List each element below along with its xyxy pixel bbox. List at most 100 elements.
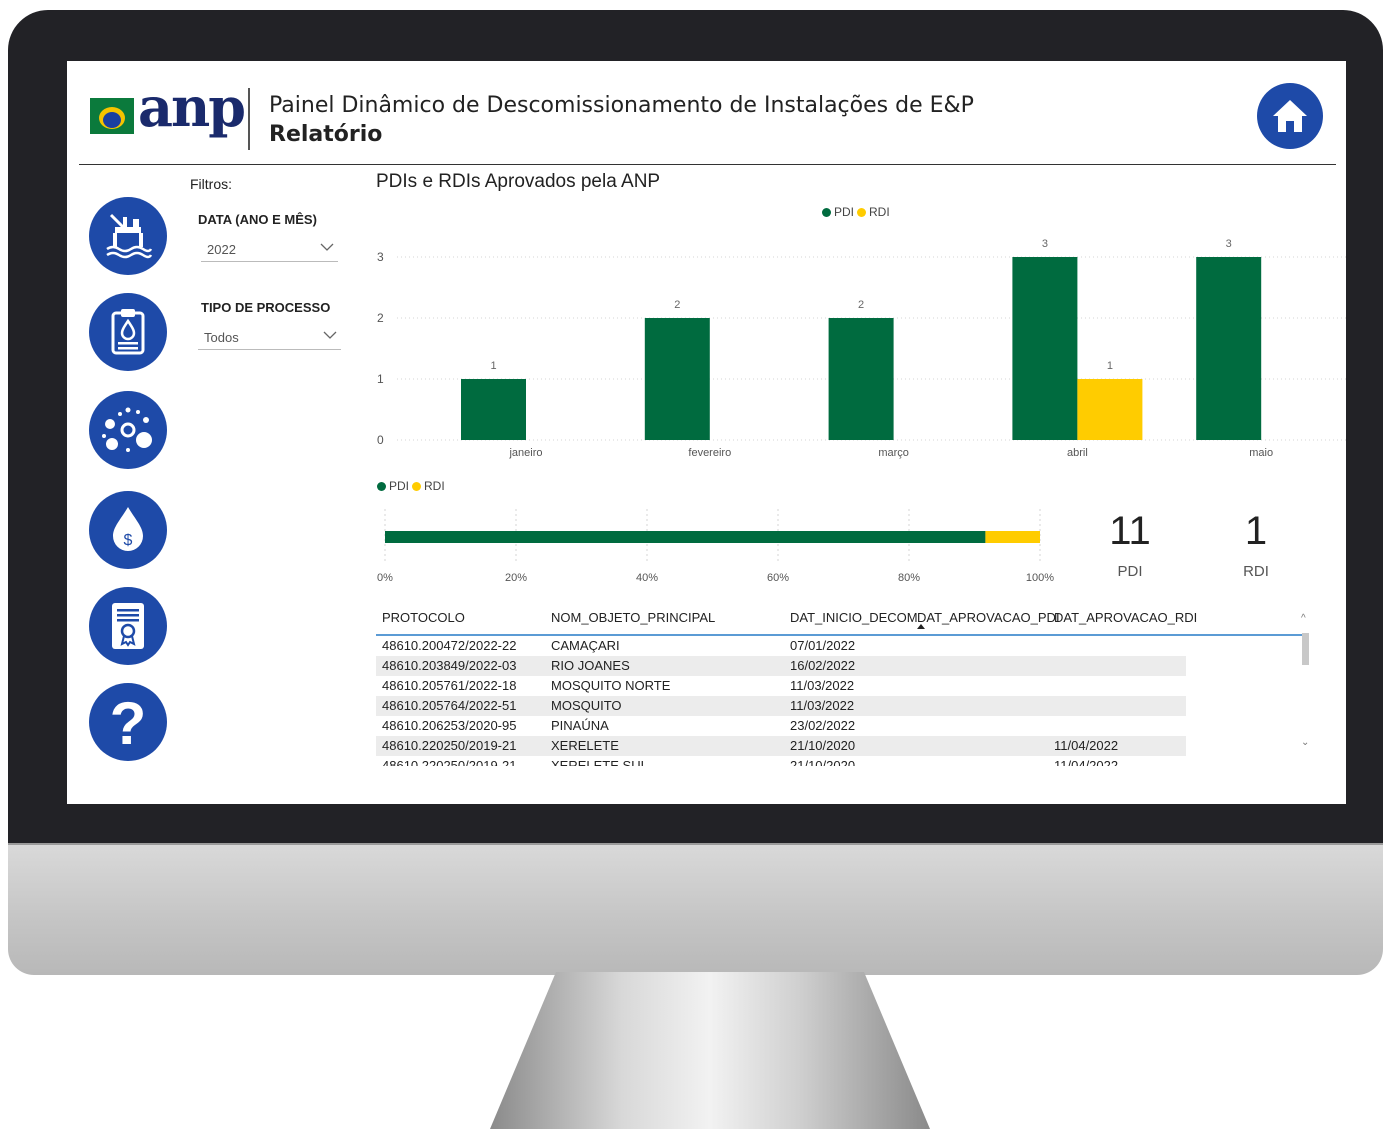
- network-nodes-icon: [102, 407, 152, 452]
- column-header-inicio[interactable]: DAT_INICIO_DECOM: [790, 610, 918, 625]
- help-question-icon: ?: [110, 692, 147, 752]
- y-tick-label: 2: [377, 311, 384, 325]
- bar-rdi: [1077, 379, 1143, 440]
- data-label: 2: [674, 299, 680, 311]
- data-label: 3: [1226, 238, 1232, 250]
- table-cell: 48610.200472/2022-22: [382, 638, 517, 653]
- x-tick-label: 0%: [377, 572, 393, 584]
- table-row[interactable]: 48610.206253/2020-95 PINAÚNA 23/02/2022: [376, 716, 1186, 736]
- header-divider: [248, 88, 250, 150]
- legend-pdi-label: PDI: [834, 205, 855, 219]
- table-cell: 07/01/2022: [790, 638, 856, 653]
- column-header-aprovacao-pdi[interactable]: DAT_APROVACAO_PDI: [917, 610, 1060, 625]
- table-row[interactable]: 48610.220250/2019-21 XERELETE 21/10/2020 11…: [376, 736, 1186, 756]
- bar-pdi: [828, 318, 894, 440]
- legend-pdi-dot: [822, 207, 831, 217]
- table-cell: 21/10/2020: [790, 738, 856, 753]
- scroll-up-icon[interactable]: ^: [1301, 613, 1306, 624]
- nav-processes-button[interactable]: [89, 293, 167, 371]
- x-tick-label: maio: [1249, 447, 1273, 459]
- header-divider-line: [79, 164, 1336, 165]
- stacked-share-chart: 0% 20% 40% 60% 80% 100%: [377, 509, 1054, 584]
- y-tick-label: 1: [377, 372, 384, 386]
- table-cell: PINAÚNA: [551, 718, 609, 733]
- x-tick-label: 100%: [1026, 572, 1054, 584]
- nav-network-button[interactable]: [89, 391, 167, 469]
- x-tick-label: 80%: [898, 572, 920, 584]
- scroll-down-icon[interactable]: ⌄: [1301, 737, 1309, 748]
- column-header-objeto[interactable]: NOM_OBJETO_PRINCIPAL: [551, 610, 715, 625]
- process-table: PROTOCOLO NOM_OBJETO_PRINCIPAL DAT_INICI…: [376, 601, 1306, 766]
- bar-pdi: [1012, 257, 1078, 440]
- table-cell: 11/03/2022: [790, 698, 855, 713]
- kpi-pdi-label: PDI: [1117, 563, 1143, 580]
- table-cell: 16/02/2022: [790, 658, 856, 673]
- table-cell: 48610.205761/2022-18: [382, 678, 517, 693]
- data-label: 3: [1042, 238, 1048, 250]
- stack-chart-legend[interactable]: PDI RDI: [377, 479, 445, 493]
- monitor-stand: [490, 972, 930, 1129]
- table-cell: 48610.206253/2020-95: [382, 718, 517, 733]
- clipboard-drop-icon: [111, 309, 145, 355]
- x-tick-label: abril: [1067, 447, 1088, 459]
- bar-pdi: [1196, 257, 1262, 440]
- stack-segment-pdi: [385, 531, 986, 543]
- table-cell: 21/10/2020: [790, 758, 856, 766]
- svg-text:$: $: [124, 532, 133, 549]
- date-filter-select[interactable]: 2022: [201, 236, 338, 262]
- table-row[interactable]: 48610.205764/2022-51 MOSQUITO 11/03/2022: [376, 696, 1186, 716]
- home-button[interactable]: [1257, 83, 1323, 149]
- kpi-pdi-value: 11: [1109, 509, 1151, 553]
- table-cell: XERELETE: [551, 738, 619, 753]
- legend-pdi-label: PDI: [389, 479, 410, 493]
- table-cell: XERELETE SUL: [551, 758, 648, 766]
- page-title: Painel Dinâmico de Descomissionamento de…: [269, 93, 974, 118]
- table-cell: RIO JOANES: [551, 658, 630, 673]
- x-tick-label: 20%: [505, 572, 527, 584]
- table-cell: MOSQUITO: [551, 698, 622, 713]
- nav-installations-button[interactable]: [89, 197, 167, 275]
- table-row[interactable]: 48610.203849/2022-03 RIO JOANES 16/02/2022: [376, 656, 1186, 676]
- chevron-down-icon: [320, 243, 334, 251]
- table-cell: 48610.205764/2022-51: [382, 698, 517, 713]
- data-label: 1: [490, 360, 496, 372]
- table-cell: 48610.203849/2022-03: [382, 658, 517, 673]
- table-cell: 23/02/2022: [790, 718, 856, 733]
- page-subtitle: Relatório: [269, 122, 383, 147]
- legend-rdi-label: RDI: [869, 205, 890, 219]
- process-filter-select[interactable]: Todos: [198, 324, 341, 350]
- sort-ascending-icon: [917, 624, 925, 629]
- x-tick-label: março: [878, 447, 909, 459]
- table-cell: 11/04/2022: [1054, 738, 1119, 753]
- table-cell: MOSQUITO NORTE: [551, 678, 671, 693]
- scroll-thumb[interactable]: [1302, 633, 1309, 665]
- home-icon: [1273, 100, 1307, 132]
- table-body: 48610.200472/2022-22 CAMAÇARI 07/01/2022 48…: [376, 636, 1306, 766]
- x-tick-label: 40%: [636, 572, 658, 584]
- chart-title: PDIs e RDIs Aprovados pela ANP: [376, 171, 661, 192]
- nav-help-button[interactable]: ?: [89, 683, 167, 761]
- process-filter-value: Todos: [204, 330, 239, 345]
- oil-money-drop-icon: $: [113, 507, 143, 551]
- bar-chart-legend[interactable]: PDI RDI: [822, 205, 890, 219]
- bar-pdi: [644, 318, 710, 440]
- nav-finance-button[interactable]: $: [89, 491, 167, 569]
- x-tick-label: 60%: [767, 572, 789, 584]
- column-header-protocolo[interactable]: PROTOCOLO: [382, 610, 465, 625]
- y-tick-label: 3: [377, 250, 384, 264]
- column-header-aprovacao-rdi[interactable]: DAT_APROVACAO_RDI: [1054, 610, 1197, 625]
- table-scrollbar[interactable]: [1300, 608, 1310, 758]
- y-tick-label: 0: [377, 433, 384, 447]
- table-row[interactable]: 48610.220250/2019-21 XERELETE SUL 21/10/20…: [376, 756, 1186, 766]
- table-row[interactable]: 48610.200472/2022-22 CAMAÇARI 07/01/2022: [376, 636, 1186, 656]
- table-cell: 48610.220250/2019-21: [382, 738, 517, 753]
- report-screen: anp Painel Dinâmico de Descomissionament…: [67, 61, 1346, 804]
- table-header: PROTOCOLO NOM_OBJETO_PRINCIPAL DAT_INICI…: [376, 601, 1306, 636]
- offshore-platform-icon: [106, 213, 153, 259]
- nav-report-button[interactable]: [89, 587, 167, 665]
- legend-rdi-label: RDI: [424, 479, 445, 493]
- table-row[interactable]: 48610.205761/2022-18 MOSQUITO NORTE 11/03/…: [376, 676, 1186, 696]
- monitor-chin: [8, 843, 1383, 975]
- data-label: 1: [1107, 360, 1113, 372]
- date-filter-label: DATA (ANO E MÊS): [198, 212, 317, 227]
